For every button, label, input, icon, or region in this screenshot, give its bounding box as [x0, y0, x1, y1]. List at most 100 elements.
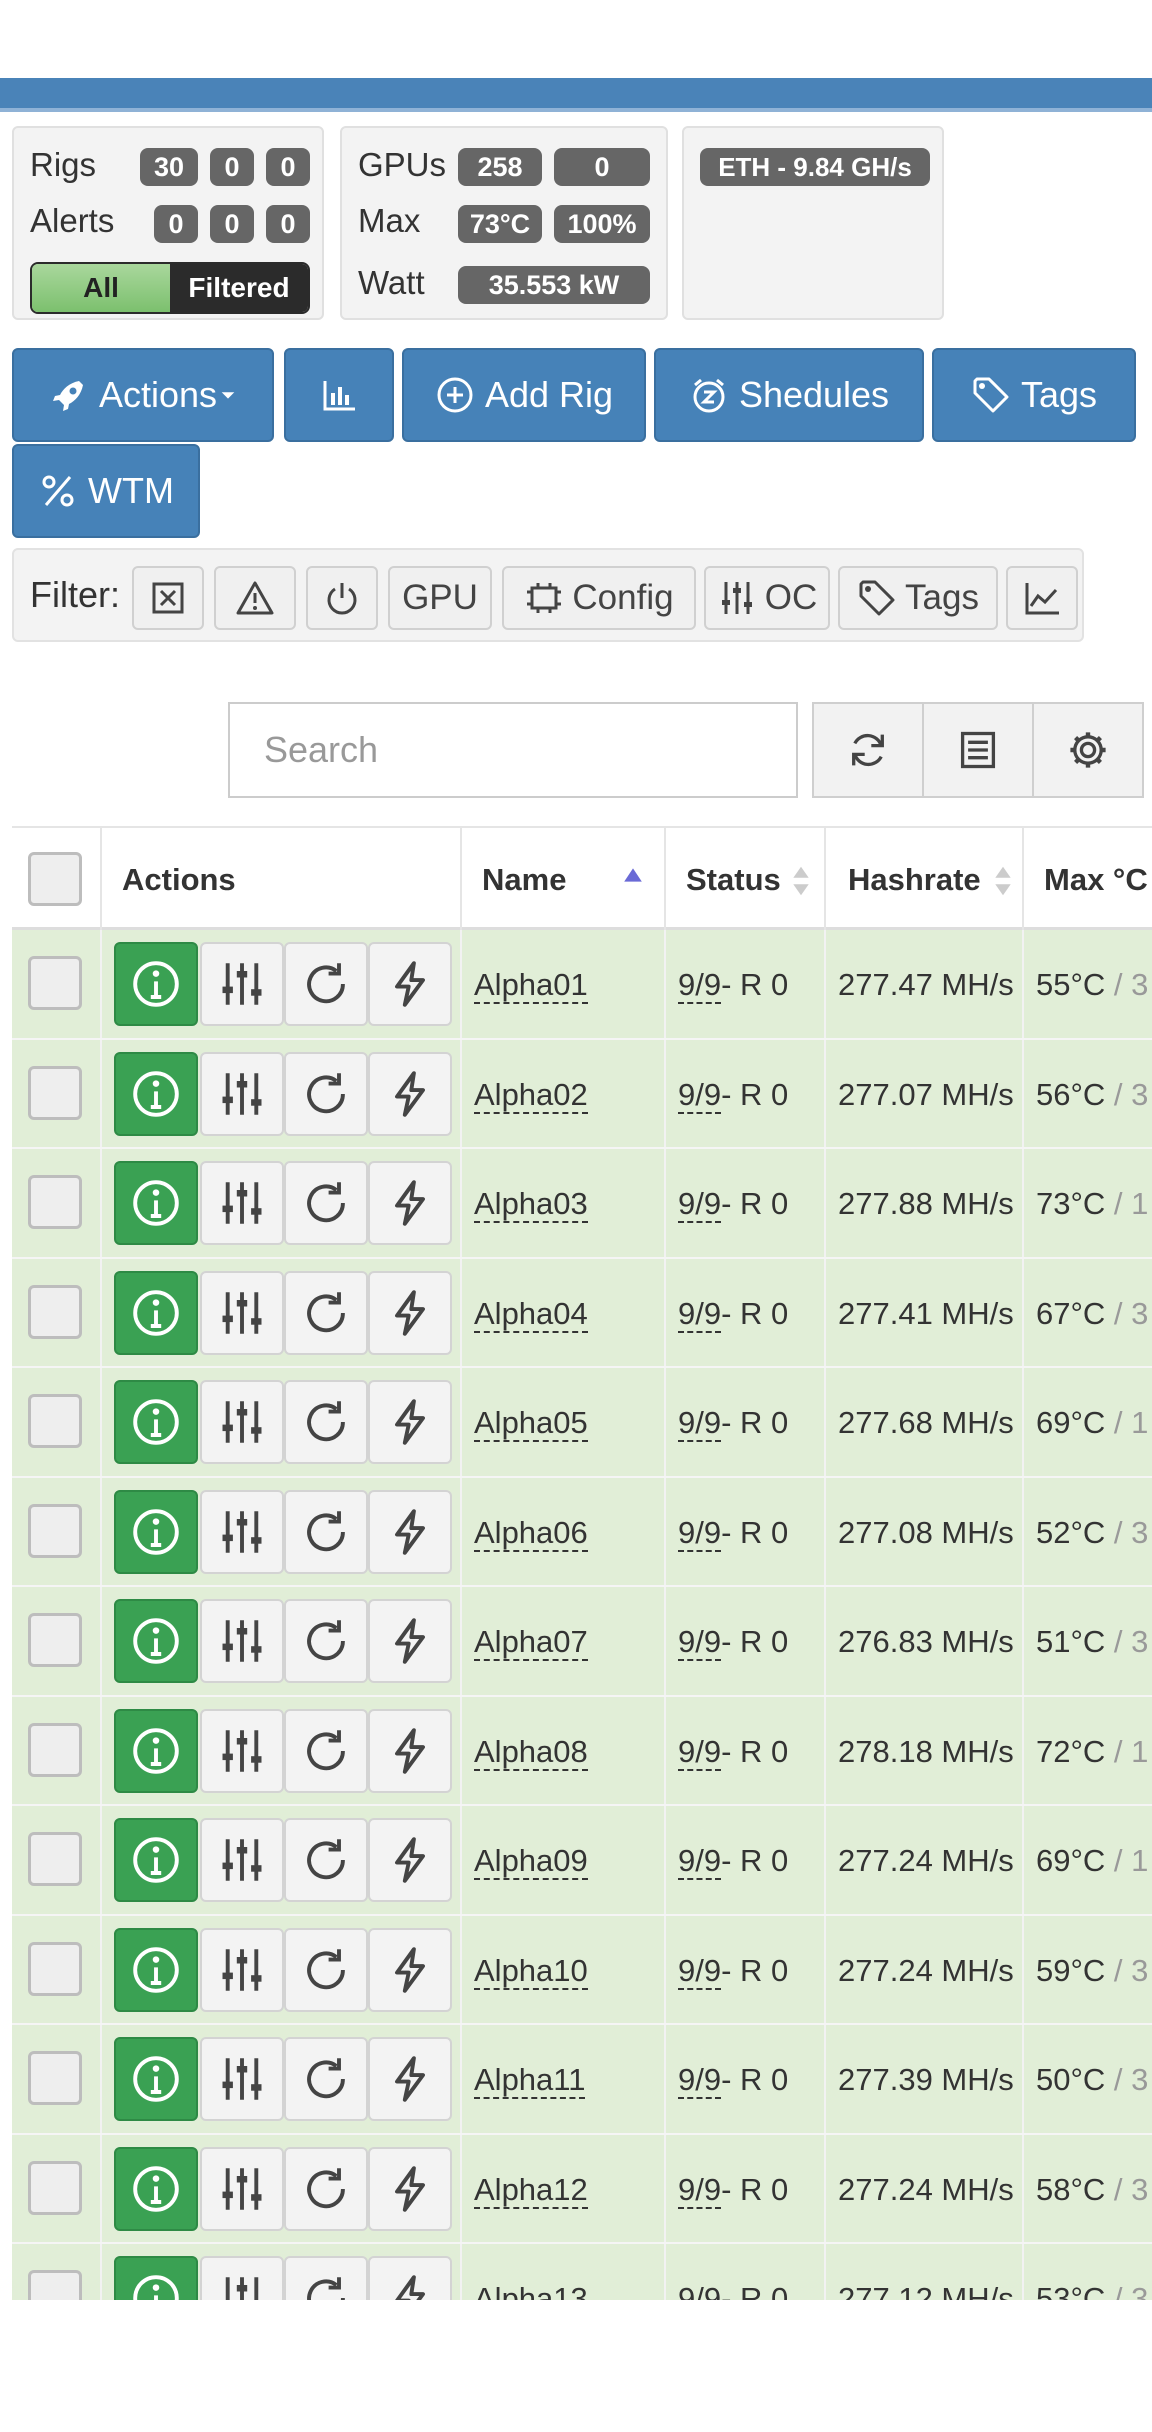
th-name[interactable]: Name: [462, 828, 666, 932]
power-cycle-button[interactable]: [368, 1599, 452, 1683]
row-name-link[interactable]: Alpha06: [474, 1478, 588, 1587]
row-name[interactable]: Alpha07: [474, 1624, 588, 1662]
restart-button[interactable]: [284, 1708, 368, 1793]
row-status-gpus[interactable]: 9/9: [678, 1843, 722, 1881]
row-checkbox[interactable]: [28, 956, 82, 1010]
row-name[interactable]: Alpha13: [474, 2281, 588, 2300]
row-name[interactable]: Alpha05: [474, 1405, 588, 1443]
restart-button[interactable]: [284, 2256, 368, 2300]
restart-button[interactable]: [284, 2037, 368, 2121]
toggle-filtered[interactable]: Filtered: [170, 264, 308, 312]
row-checkbox[interactable]: [28, 2160, 82, 2215]
row-checkbox[interactable]: [28, 2270, 82, 2300]
toggle-all[interactable]: All: [32, 264, 170, 312]
row-checkbox[interactable]: [28, 2051, 82, 2105]
row-name-link[interactable]: Alpha07: [474, 1587, 588, 1696]
row-name-link[interactable]: Alpha05: [474, 1368, 588, 1477]
info-button[interactable]: [114, 1161, 198, 1245]
row-checkbox[interactable]: [28, 1175, 82, 1229]
oc-settings-button[interactable]: [200, 1051, 284, 1136]
row-name[interactable]: Alpha09: [474, 1843, 588, 1881]
row-name-link[interactable]: Alpha13: [474, 2244, 588, 2300]
info-button[interactable]: [114, 1380, 198, 1464]
row-name[interactable]: Alpha04: [474, 1296, 588, 1333]
row-name-link[interactable]: Alpha04: [474, 1259, 588, 1368]
row-name[interactable]: Alpha03: [474, 1186, 588, 1224]
row-name-link[interactable]: Alpha02: [474, 1040, 588, 1149]
restart-button[interactable]: [284, 942, 368, 1026]
all-filtered-toggle[interactable]: All Filtered: [30, 262, 310, 314]
power-cycle-button[interactable]: [368, 2037, 452, 2121]
info-button[interactable]: [114, 1051, 198, 1136]
info-button[interactable]: [114, 1270, 198, 1355]
info-button[interactable]: [114, 2146, 198, 2231]
filter-oc-button[interactable]: OC: [704, 566, 830, 630]
row-name-link[interactable]: Alpha12: [474, 2135, 588, 2244]
restart-button[interactable]: [284, 1818, 368, 1902]
oc-settings-button[interactable]: [200, 1489, 284, 1574]
row-name-link[interactable]: Alpha01: [474, 930, 588, 1039]
power-cycle-button[interactable]: [368, 1818, 452, 1902]
row-name-link[interactable]: Alpha11: [474, 2025, 586, 2134]
info-button[interactable]: [114, 2256, 198, 2300]
row-checkbox[interactable]: [28, 1613, 82, 1667]
row-checkbox[interactable]: [28, 1832, 82, 1886]
row-status-gpus[interactable]: 9/9: [678, 967, 722, 1005]
restart-button[interactable]: [284, 1270, 368, 1355]
row-status-gpus[interactable]: 9/9: [678, 2281, 721, 2300]
oc-settings-button[interactable]: [200, 1380, 284, 1464]
restart-button[interactable]: [284, 1599, 368, 1683]
row-name-link[interactable]: Alpha09: [474, 1806, 588, 1915]
power-cycle-button[interactable]: [368, 942, 452, 1026]
row-status-gpus[interactable]: 9/9: [678, 1624, 722, 1662]
row-name-link[interactable]: Alpha03: [474, 1149, 588, 1258]
oc-settings-button[interactable]: [200, 1270, 284, 1355]
oc-settings-button[interactable]: [200, 2037, 284, 2121]
oc-settings-button[interactable]: [200, 1161, 284, 1245]
stats-chart-button[interactable]: [284, 348, 394, 442]
info-button[interactable]: [114, 1708, 198, 1793]
power-cycle-button[interactable]: [368, 2146, 452, 2231]
row-name[interactable]: Alpha06: [474, 1515, 588, 1552]
power-cycle-button[interactable]: [368, 1161, 452, 1245]
restart-button[interactable]: [284, 1489, 368, 1574]
filter-tags-button[interactable]: Tags: [838, 566, 998, 630]
filter-alerts-button[interactable]: [214, 566, 296, 630]
row-status-gpus[interactable]: 9/9: [678, 1405, 722, 1443]
oc-settings-button[interactable]: [200, 2146, 284, 2231]
restart-button[interactable]: [284, 1051, 368, 1136]
oc-settings-button[interactable]: [200, 1599, 284, 1683]
info-button[interactable]: [114, 2037, 198, 2121]
tags-button[interactable]: Tags: [932, 348, 1136, 442]
settings-button[interactable]: [1032, 702, 1144, 798]
refresh-button[interactable]: [812, 702, 924, 798]
power-cycle-button[interactable]: [368, 1708, 452, 1793]
oc-settings-button[interactable]: [200, 2256, 284, 2300]
row-status-gpus[interactable]: 9/9: [678, 1077, 722, 1114]
info-button[interactable]: [114, 1489, 198, 1574]
filter-chart-button[interactable]: [1006, 566, 1078, 630]
row-checkbox[interactable]: [28, 1394, 82, 1448]
filter-gpu-button[interactable]: GPU: [388, 566, 492, 630]
row-checkbox[interactable]: [28, 1065, 82, 1120]
wtm-button[interactable]: WTM: [12, 444, 200, 538]
filter-config-button[interactable]: Config: [502, 566, 696, 630]
row-name[interactable]: Alpha01: [474, 967, 588, 1005]
list-view-button[interactable]: [922, 702, 1034, 798]
filter-power-button[interactable]: [306, 566, 378, 630]
power-cycle-button[interactable]: [368, 1927, 452, 2012]
th-max-temp[interactable]: Max °C: [1024, 828, 1152, 932]
search-input[interactable]: [228, 702, 798, 798]
filter-offline-button[interactable]: [132, 566, 204, 630]
row-checkbox[interactable]: [28, 1503, 82, 1558]
row-checkbox[interactable]: [28, 1284, 82, 1339]
power-cycle-button[interactable]: [368, 1270, 452, 1355]
row-status-gpus[interactable]: 9/9: [678, 1734, 722, 1771]
info-button[interactable]: [114, 1927, 198, 2012]
power-cycle-button[interactable]: [368, 1051, 452, 1136]
power-cycle-button[interactable]: [368, 1380, 452, 1464]
info-button[interactable]: [114, 1818, 198, 1902]
restart-button[interactable]: [284, 1161, 368, 1245]
oc-settings-button[interactable]: [200, 1927, 284, 2012]
oc-settings-button[interactable]: [200, 1708, 284, 1793]
